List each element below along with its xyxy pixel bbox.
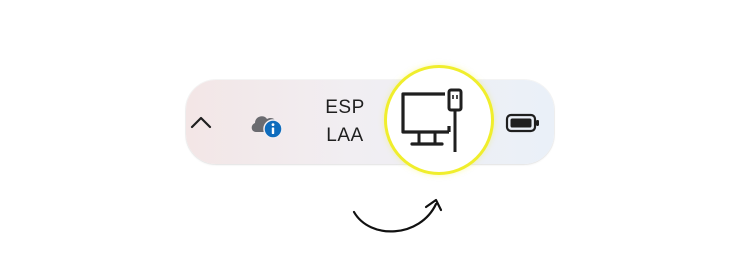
language-code: ESP [325,97,365,118]
chevron-up-icon[interactable] [188,110,214,136]
input-language-indicator[interactable]: ESP LAA [316,94,374,156]
network-wired-icon[interactable] [399,86,467,156]
keyboard-layout-code: LAA [326,125,364,146]
curved-arrow-icon [352,198,443,233]
battery-icon[interactable] [505,112,541,134]
onedrive-info-icon[interactable] [248,110,286,140]
